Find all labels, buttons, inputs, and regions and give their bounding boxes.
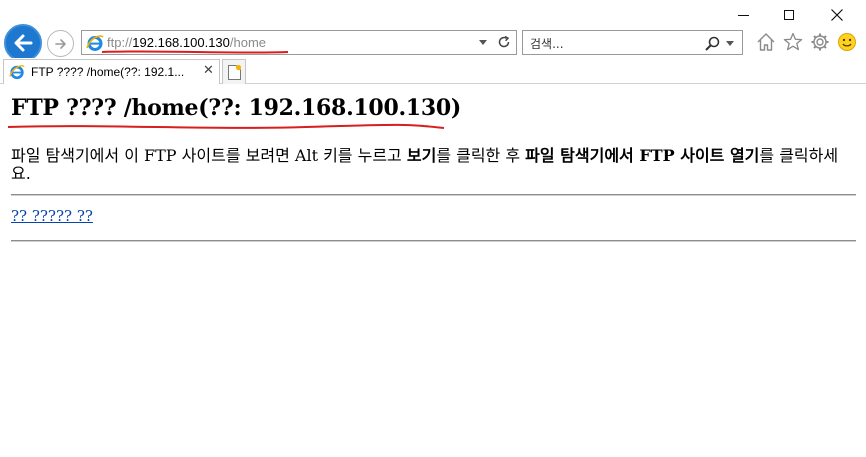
- close-tab-icon[interactable]: ✕: [203, 63, 214, 78]
- ie-icon: [9, 65, 25, 80]
- url-scheme: ftp://: [107, 35, 133, 50]
- url-annotation-underline: [101, 50, 289, 54]
- page-title: FTP ???? /home(??: 192.168.100.130): [11, 95, 461, 121]
- instr-alt: Alt: [294, 146, 318, 165]
- back-arrow-icon: [14, 34, 33, 52]
- instr-open-in-explorer-a: 파일 탐색기에서: [525, 146, 640, 165]
- close-icon: [831, 9, 843, 21]
- instructions-text: 파일 탐색기에서 이 FTP 사이트를 보려면 Alt 키를 누르고 보기를 클…: [11, 147, 856, 183]
- instr-part4: 를 클릭한 후: [436, 146, 526, 165]
- search-box[interactable]: 검색...: [522, 30, 743, 55]
- back-button[interactable]: [4, 24, 42, 62]
- smiley-icon[interactable]: [836, 31, 858, 53]
- parent-directory-link[interactable]: ?? ????? ??: [11, 207, 93, 225]
- tab-strip: FTP ???? /home(??: 192.1... ✕: [0, 58, 866, 84]
- title-annotation-underline: [7, 123, 445, 129]
- new-tab-icon: [228, 64, 242, 80]
- forward-arrow-icon: [54, 38, 66, 49]
- title-bar: [0, 0, 866, 30]
- instr-part1: 파일 탐색기에서 이: [11, 146, 145, 165]
- maximize-button[interactable]: [766, 0, 812, 30]
- search-icon[interactable]: [704, 35, 721, 52]
- forward-button[interactable]: [47, 30, 74, 57]
- instr-part2: 사이트를 보려면: [176, 146, 295, 165]
- page-content: FTP ???? /home(??: 192.168.100.130) 파일 탐…: [0, 85, 866, 457]
- home-icon[interactable]: [755, 31, 777, 53]
- star-icon[interactable]: [782, 31, 804, 53]
- maximize-icon: [784, 10, 794, 20]
- gear-icon[interactable]: [809, 31, 831, 53]
- search-input[interactable]: 검색...: [530, 35, 564, 52]
- refresh-icon[interactable]: [496, 34, 512, 50]
- minimize-button[interactable]: [720, 0, 766, 30]
- url-path: /home: [229, 35, 267, 50]
- dropdown-arrow-icon[interactable]: [479, 40, 487, 45]
- divider-top: [11, 194, 856, 196]
- instr-ftp: FTP: [144, 146, 177, 165]
- search-dropdown-icon[interactable]: [726, 41, 734, 46]
- instr-open-in-explorer-b: 사이트 열기: [674, 146, 760, 165]
- url-host: 192.168.100.130: [132, 35, 230, 50]
- url-text[interactable]: ftp://192.168.100.130/home: [107, 35, 266, 50]
- new-tab-button[interactable]: [222, 59, 246, 84]
- tab-title: FTP ???? /home(??: 192.1...: [31, 65, 185, 79]
- minimize-icon: [737, 14, 749, 16]
- divider-bottom: [11, 240, 856, 242]
- instr-open-in-explorer-ftp: FTP: [639, 146, 675, 165]
- instr-view-menu: 보기: [406, 146, 437, 165]
- close-window-button[interactable]: [814, 0, 860, 30]
- instr-part3: 키를 누르고: [318, 146, 407, 165]
- tab-ftp-home[interactable]: FTP ???? /home(??: 192.1... ✕: [3, 59, 220, 84]
